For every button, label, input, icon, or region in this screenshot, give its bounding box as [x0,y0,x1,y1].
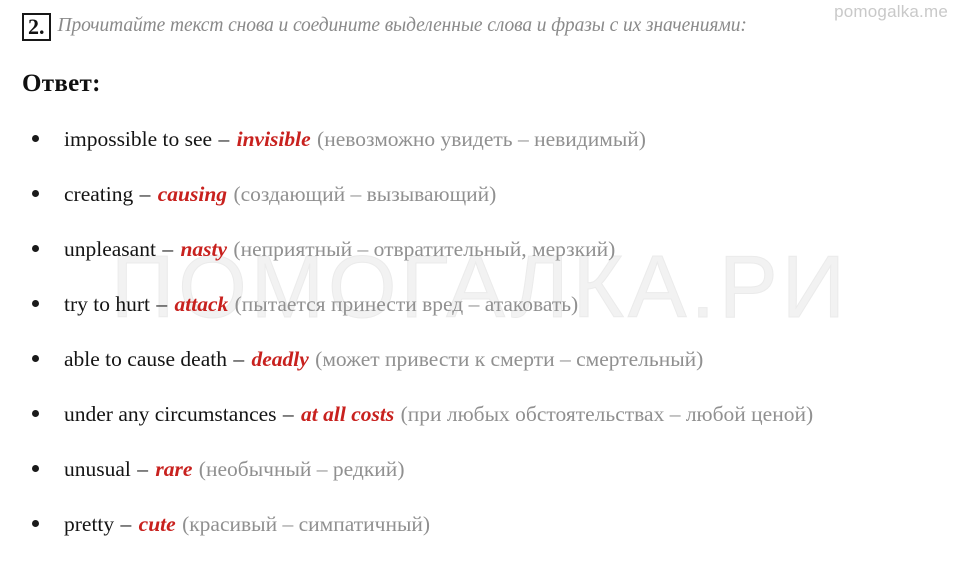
list-item: unusual – rare (необычный – редкий) [22,454,948,485]
english-phrase: impossible to see [64,127,213,151]
matched-word: nasty [180,237,228,262]
matched-word: at all costs [301,402,395,427]
task-header: 2. Прочитайте текст снова и соедините вы… [22,12,950,42]
russian-translation: (необычный – редкий) [198,457,405,482]
list-item: under any circumstances – at all costs (… [22,399,948,430]
russian-translation: (невозможно увидеть – невидимый) [317,127,646,151]
english-phrase: able to cause death [64,347,227,372]
dash-separator: – [139,182,151,207]
matched-word: causing [157,182,228,207]
russian-translation: (может привести к смерти – смертельный) [315,347,704,372]
dash-separator: – [162,237,174,262]
dash-separator: – [156,292,168,317]
matched-word: deadly [251,347,309,372]
matched-word: invisible [236,127,311,151]
bullet-icon [32,300,39,308]
list-item: unpleasant – nasty (неприятный – отврати… [22,234,948,265]
answer-list: impossible to see – invisible (невозможн… [22,124,948,540]
bullet-icon [32,410,39,418]
task-prompt-text: Прочитайте текст снова и соедините выдел… [57,15,747,36]
answer-heading: Ответ: [22,70,101,97]
russian-translation: (красивый – симпатичный) [182,512,431,537]
bullet-icon [32,520,39,528]
russian-translation: (неприятный – отвратительный, мерзкий) [233,237,616,262]
dash-separator: – [218,127,230,151]
task-number-box: 2. [22,13,51,42]
dash-separator: – [120,512,132,537]
list-item: try to hurt – attack (пытается принести … [22,289,948,320]
russian-translation: (пытается принести вред – атаковать) [234,292,579,317]
dash-separator: – [233,347,245,372]
bullet-icon [32,245,39,253]
bullet-icon [32,135,39,142]
bullet-icon [32,465,39,473]
matched-word: attack [174,292,229,317]
english-phrase: pretty [64,512,115,537]
english-phrase: unusual [64,457,131,482]
bullet-icon [32,190,39,198]
list-item: pretty – cute (красивый – симпатичный) [22,509,948,540]
english-phrase: under any circumstances [64,402,277,427]
dash-separator: – [137,457,149,482]
bullet-icon [32,355,39,363]
english-phrase: unpleasant [64,237,156,262]
matched-word: rare [155,457,193,482]
list-item: creating – causing (создающий – вызывающ… [22,179,948,210]
dash-separator: – [282,402,294,427]
list-item: able to cause death – deadly (может прив… [22,344,948,375]
matched-word: cute [138,512,176,537]
russian-translation: (при любых обстоятельствах – любой ценой… [400,402,814,427]
english-phrase: try to hurt [64,292,150,317]
russian-translation: (создающий – вызывающий) [233,182,497,207]
english-phrase: creating [64,182,134,207]
site-watermark: pomogalka.me [834,2,948,21]
list-item: impossible to see – invisible (невозможн… [22,124,948,155]
